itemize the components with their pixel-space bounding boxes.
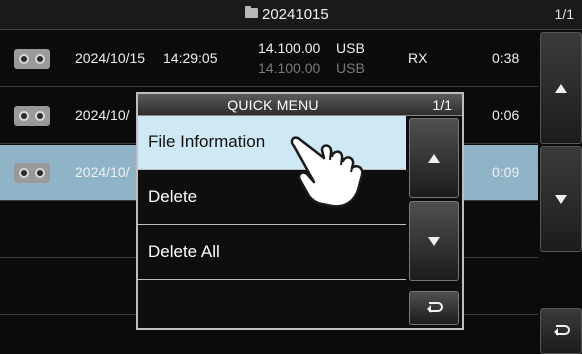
recording-duration: 0:09	[492, 164, 520, 180]
menu-item-delete-all[interactable]: Delete All	[138, 226, 406, 280]
title-bar: 20241015 1/1	[0, 0, 582, 30]
return-icon	[427, 302, 443, 313]
recording-duration: 0:38	[492, 50, 520, 66]
recording-frequency-secondary: 14.100.00	[258, 60, 321, 76]
back-button[interactable]	[540, 308, 582, 354]
screen: 20241015 1/1 2024/10/15 14:29:05 14.100.…	[0, 0, 582, 354]
recording-frequency: 14.100.00	[258, 40, 321, 56]
recording-date: 2024/10/	[75, 164, 130, 180]
recording-date: 2024/10/	[75, 107, 130, 123]
recording-mode-secondary: USB	[336, 60, 365, 76]
recording-date: 2024/10/15	[75, 50, 146, 66]
page-indicator: 1/1	[554, 6, 574, 22]
menu-scroll-up-button[interactable]	[409, 118, 459, 198]
recording-icon	[14, 49, 50, 69]
recording-time: 14:29:05	[163, 50, 218, 66]
menu-item-empty	[138, 281, 406, 335]
scroll-up-button[interactable]	[540, 32, 582, 144]
down-arrow-icon	[428, 236, 440, 246]
recording-row[interactable]: 2024/10/15 14:29:05 14.100.00 USB 14.100…	[0, 31, 538, 87]
recording-duration: 0:06	[492, 107, 520, 123]
down-arrow-icon	[555, 194, 567, 204]
recording-icon	[14, 106, 50, 126]
recording-icon	[14, 163, 50, 183]
up-arrow-icon	[555, 83, 567, 93]
quick-menu-title-bar: QUICK MENU 1/1	[138, 94, 462, 116]
recording-mode: USB	[336, 40, 365, 56]
folder-icon	[245, 6, 258, 18]
quick-menu-title: QUICK MENU	[227, 97, 319, 113]
menu-back-button[interactable]	[409, 291, 459, 325]
menu-scroll-down-button[interactable]	[409, 201, 459, 281]
recording-direction: RX	[408, 50, 428, 66]
hand-pointer-icon	[290, 136, 364, 208]
quick-menu-page: 1/1	[432, 97, 452, 113]
folder-name: 20241015	[262, 6, 329, 23]
return-icon	[554, 325, 570, 336]
up-arrow-icon	[428, 153, 440, 163]
scroll-down-button[interactable]	[540, 146, 582, 252]
quick-menu-dialog: QUICK MENU 1/1 File Information Delete D…	[136, 92, 464, 330]
